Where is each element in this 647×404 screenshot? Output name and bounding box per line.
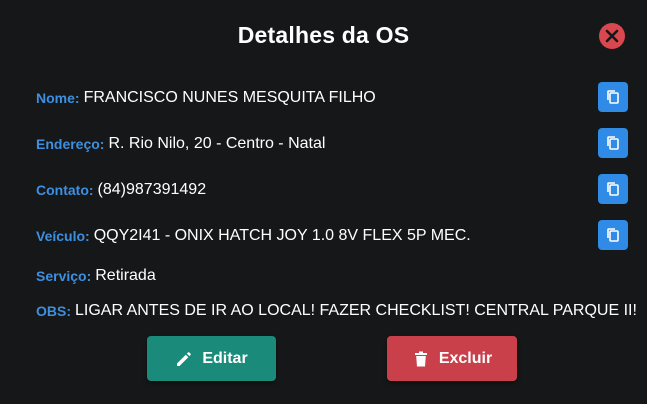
field-obs: OBS: LIGAR ANTES DE IR AO LOCAL! FAZER C… — [36, 296, 637, 326]
field-servico-label: Serviço: — [36, 268, 92, 284]
field-obs-value: LIGAR ANTES DE IR AO LOCAL! FAZER CHECKL… — [75, 302, 637, 319]
copy-contato-button[interactable] — [598, 174, 628, 204]
field-endereco-value: R. Rio Nilo, 20 - Centro - Natal — [108, 135, 326, 152]
field-contato-value: (84)987391492 — [97, 181, 207, 198]
field-contato: Contato: (84)987391492 — [36, 175, 627, 205]
field-contato-label: Contato: — [36, 182, 94, 198]
close-button[interactable] — [599, 23, 625, 49]
field-nome-label: Nome: — [36, 90, 80, 106]
copy-nome-button[interactable] — [598, 82, 628, 112]
edit-button[interactable]: Editar — [147, 336, 276, 381]
field-obs-label: OBS: — [36, 303, 71, 319]
close-icon — [605, 29, 619, 43]
field-nome-value: FRANCISCO NUNES MESQUITA FILHO — [83, 89, 376, 106]
field-veiculo-value: QQY2I41 - ONIX HATCH JOY 1.0 8V FLEX 5P … — [93, 227, 471, 244]
field-endereco-label: Endereço: — [36, 136, 105, 152]
field-endereco: Endereço: R. Rio Nilo, 20 - Centro - Nat… — [36, 129, 627, 159]
modal-title: Detalhes da OS — [237, 22, 410, 48]
field-veiculo-label: Veículo: — [36, 228, 90, 244]
copy-icon — [607, 90, 619, 104]
field-servico: Serviço: Retirada — [36, 261, 627, 291]
delete-button[interactable]: Excluir — [387, 336, 517, 381]
copy-icon — [607, 182, 619, 196]
pencil-icon — [177, 351, 192, 366]
field-servico-value: Retirada — [95, 267, 156, 284]
copy-veiculo-button[interactable] — [598, 220, 628, 250]
field-veiculo: Veículo: QQY2I41 - ONIX HATCH JOY 1.0 8V… — [36, 221, 627, 251]
copy-icon — [607, 136, 619, 150]
os-details-modal: Detalhes da OS Nome: FRANCISCO NUNES MES… — [0, 0, 647, 404]
copy-endereco-button[interactable] — [598, 128, 628, 158]
copy-icon — [607, 228, 619, 242]
edit-button-label: Editar — [202, 349, 248, 367]
trash-icon — [414, 351, 427, 366]
field-nome: Nome: FRANCISCO NUNES MESQUITA FILHO — [36, 83, 627, 113]
delete-button-label: Excluir — [438, 349, 493, 367]
